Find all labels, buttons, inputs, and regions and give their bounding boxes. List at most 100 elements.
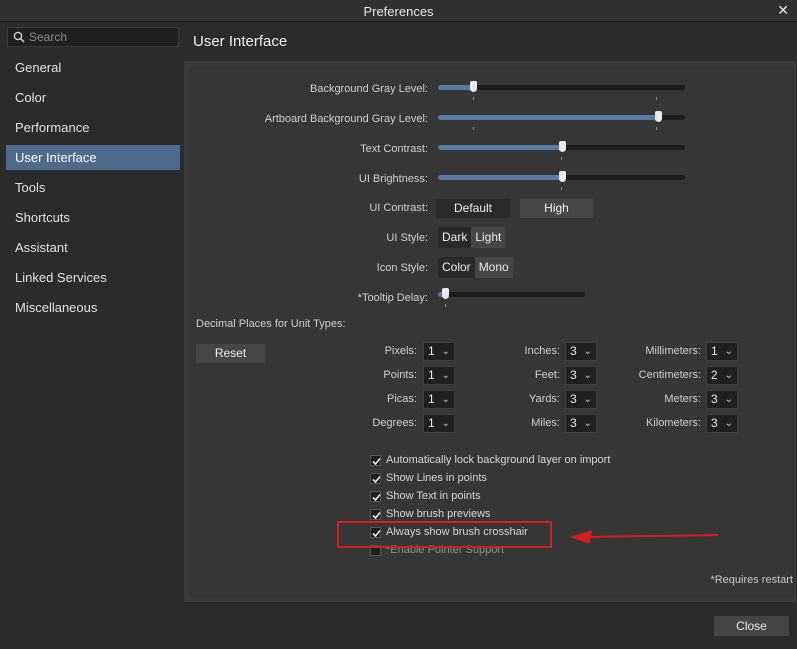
dropdown-value: 3 [570, 392, 577, 406]
dropdown-value: 1 [428, 368, 435, 382]
text-contrast-slider[interactable] [438, 141, 685, 152]
sidebar-item-tools[interactable]: Tools [6, 175, 180, 200]
meters-label: Meters: [664, 393, 701, 405]
highlight-box [337, 521, 552, 548]
inches-dropdown[interactable]: 3 ⌄ [565, 342, 597, 361]
miles-dropdown[interactable]: 3 ⌄ [565, 414, 597, 433]
show-brush-previews-label: Show brush previews [386, 508, 491, 520]
dropdown-value: 1 [428, 392, 435, 406]
slider-fill [438, 175, 562, 180]
chevron-down-icon: ⌄ [441, 370, 450, 381]
kilometers-label: Kilometers: [645, 417, 701, 429]
dropdown-value: 1 [428, 416, 435, 430]
picas-dropdown[interactable]: 1 ⌄ [423, 390, 455, 409]
chevron-down-icon: ⌄ [583, 370, 592, 381]
points-dropdown[interactable]: 1 ⌄ [423, 366, 455, 385]
reset-button[interactable]: Reset [196, 344, 265, 363]
ui-contrast-high-button[interactable]: High [520, 199, 593, 218]
artboard-gray-label: Artboard Background Gray Level: [264, 113, 428, 125]
meters-dropdown[interactable]: 3 ⌄ [706, 390, 738, 409]
checkmark-icon [372, 457, 381, 466]
sidebar-item-assistant[interactable]: Assistant [6, 235, 180, 260]
feet-label: Feet: [534, 369, 560, 381]
tick-mark [473, 97, 474, 100]
chevron-down-icon: ⌄ [441, 418, 450, 429]
tick-mark [473, 127, 474, 130]
dropdown-value: 3 [570, 368, 577, 382]
auto-lock-label: Automatically lock background layer on i… [386, 454, 611, 466]
show-lines-points-checkbox[interactable] [370, 473, 381, 484]
show-brush-previews-checkbox[interactable] [370, 509, 381, 520]
slider-knob[interactable] [469, 81, 477, 92]
sidebar: General Color Performance User Interface… [6, 55, 180, 325]
tick-mark [561, 187, 562, 190]
background-gray-slider[interactable] [438, 81, 685, 92]
pixels-dropdown[interactable]: 1 ⌄ [423, 342, 455, 361]
tick-mark [656, 97, 657, 100]
dropdown-value: 3 [570, 416, 577, 430]
slider-knob[interactable] [654, 111, 662, 122]
dropdown-value: 2 [711, 368, 718, 382]
auto-lock-checkbox[interactable] [370, 455, 381, 466]
ui-contrast-default-button[interactable]: Default [436, 199, 510, 218]
chevron-down-icon: ⌄ [441, 394, 450, 405]
chevron-down-icon: ⌄ [724, 418, 733, 429]
background-gray-label: Background Gray Level: [309, 83, 428, 95]
millimeters-dropdown[interactable]: 1 ⌄ [706, 342, 738, 361]
icon-style-label: Icon Style: [376, 262, 428, 274]
yards-dropdown[interactable]: 3 ⌄ [565, 390, 597, 409]
yards-label: Yards: [529, 393, 560, 405]
icon-style-color-button[interactable]: Color [438, 257, 475, 278]
degrees-dropdown[interactable]: 1 ⌄ [423, 414, 455, 433]
slider-knob[interactable] [558, 141, 566, 152]
dropdown-value: 1 [428, 344, 435, 358]
points-label: Points: [383, 369, 417, 381]
centimeters-dropdown[interactable]: 2 ⌄ [706, 366, 738, 385]
tick-mark [561, 157, 562, 160]
text-contrast-label: Text Contrast: [360, 143, 428, 155]
page-title: User Interface [193, 33, 288, 50]
sidebar-item-shortcuts[interactable]: Shortcuts [6, 205, 180, 230]
ui-style-dark-button[interactable]: Dark [438, 227, 472, 248]
search-box[interactable] [7, 27, 179, 47]
ui-style-light-button[interactable]: Light [471, 227, 506, 248]
slider-fill [438, 145, 562, 150]
sidebar-item-color[interactable]: Color [6, 85, 180, 110]
inches-label: Inches: [524, 345, 560, 357]
ui-style-label: UI Style: [386, 232, 428, 244]
show-text-points-checkbox[interactable] [370, 491, 381, 502]
checkmark-icon [372, 475, 381, 484]
millimeters-label: Millimeters: [645, 345, 701, 357]
sidebar-item-performance[interactable]: Performance [6, 115, 180, 140]
search-icon [13, 31, 25, 43]
slider-fill [438, 115, 658, 120]
sidebar-item-user-interface[interactable]: User Interface [6, 145, 180, 170]
chevron-down-icon: ⌄ [583, 394, 592, 405]
ui-brightness-slider[interactable] [438, 171, 685, 182]
chevron-down-icon: ⌄ [724, 370, 733, 381]
ui-style-toggle: Dark Light [438, 227, 506, 248]
kilometers-dropdown[interactable]: 3 ⌄ [706, 414, 738, 433]
close-button[interactable]: Close [714, 616, 789, 636]
slider-knob[interactable] [558, 171, 566, 182]
tick-mark [656, 127, 657, 130]
icon-style-mono-button[interactable]: Mono [474, 257, 513, 278]
sidebar-item-linked-services[interactable]: Linked Services [6, 265, 180, 290]
tooltip-delay-label: *Tooltip Delay: [357, 292, 428, 304]
search-input[interactable] [29, 30, 169, 44]
chevron-down-icon: ⌄ [724, 346, 733, 357]
window-close-icon[interactable]: ✕ [777, 2, 789, 19]
tooltip-delay-slider[interactable] [438, 288, 585, 299]
chevron-down-icon: ⌄ [583, 418, 592, 429]
arrow-annotation-icon [570, 530, 719, 544]
decimal-places-heading: Decimal Places for Unit Types: [196, 318, 346, 330]
sidebar-item-general[interactable]: General [6, 55, 180, 80]
sidebar-item-miscellaneous[interactable]: Miscellaneous [6, 295, 180, 320]
feet-dropdown[interactable]: 3 ⌄ [565, 366, 597, 385]
ui-brightness-label: UI Brightness: [358, 173, 428, 185]
chevron-down-icon: ⌄ [583, 346, 592, 357]
artboard-gray-slider[interactable] [438, 111, 685, 122]
slider-knob[interactable] [442, 288, 450, 299]
requires-restart-note: *Requires restart [710, 574, 793, 586]
pixels-label: Pixels: [384, 345, 417, 357]
